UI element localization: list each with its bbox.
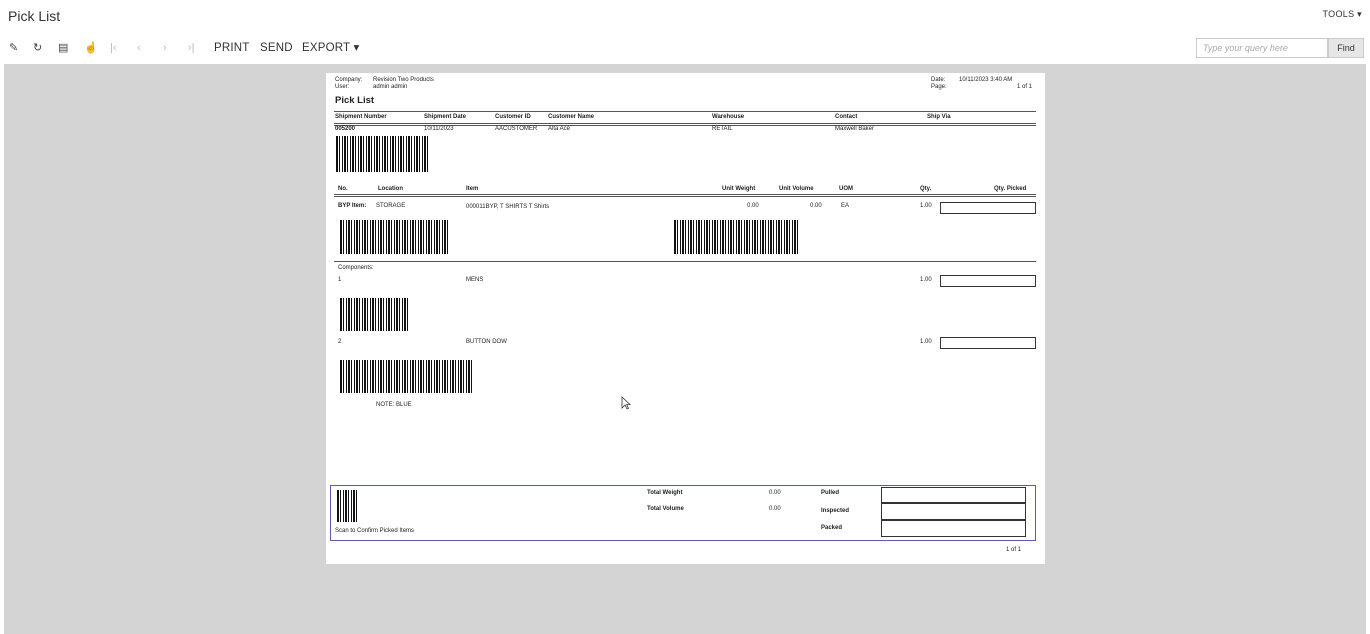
- page-label: Page:: [931, 84, 947, 90]
- component-2-picked-box: [940, 337, 1036, 349]
- component-2-item: BUTTON DOW: [466, 339, 507, 345]
- date-label: Date:: [931, 77, 946, 83]
- customer-name: Alta Ace: [548, 126, 571, 132]
- col-shipment-date: Shipment Date: [424, 114, 467, 120]
- col-customer-id: Customer ID: [495, 114, 531, 120]
- confirm-barcode: [337, 490, 357, 522]
- total-weight-value: 0.00: [769, 490, 781, 496]
- component-1-no: 1: [338, 277, 342, 283]
- col-customer-name: Customer Name: [548, 114, 595, 120]
- edit-icon[interactable]: ✎: [9, 40, 18, 56]
- next-page-icon[interactable]: ›: [163, 40, 167, 56]
- contact: Maxwell Baker: [835, 126, 875, 132]
- report-title: Pick List: [335, 95, 375, 106]
- find-button[interactable]: Find: [1328, 38, 1364, 58]
- page-footer: 1 of 1: [1006, 547, 1022, 553]
- note: NOTE: BLUE: [376, 402, 412, 408]
- scan-label: Scan to Confirm Picked Items: [335, 528, 415, 534]
- user-value: admin admin: [373, 84, 408, 90]
- line-no: BYP Item:: [338, 203, 367, 209]
- page-title: Pick List: [8, 8, 61, 24]
- export-button[interactable]: EXPORT ▾: [302, 40, 359, 56]
- shipment-barcode: [336, 136, 428, 172]
- component-2-qty: 1.00: [920, 339, 932, 345]
- pulled-label: Pulled: [821, 490, 840, 496]
- col-qty: Qty.: [920, 186, 932, 192]
- totals-footer: Scan to Confirm Picked Items Total Weigh…: [330, 485, 1036, 541]
- total-volume-label: Total Volume: [647, 506, 684, 512]
- last-page-icon[interactable]: ›|: [188, 40, 195, 56]
- send-button[interactable]: SEND: [260, 40, 293, 56]
- inspected-box: [881, 503, 1026, 520]
- total-volume-value: 0.00: [769, 506, 781, 512]
- report-toolbar: ✎ ↻ ▤ ☝ |‹ ‹ › ›| PRINT SEND EXPORT ▾: [0, 34, 1370, 62]
- line-qty: 1.00: [920, 203, 932, 209]
- inspected-label: Inspected: [821, 508, 850, 514]
- title-bar: Pick List TOOLS ▾: [0, 0, 1370, 34]
- total-weight-label: Total Weight: [647, 490, 683, 496]
- component-2-no: 2: [338, 339, 342, 345]
- mouse-cursor-icon: [621, 396, 631, 410]
- line-volume: 0.00: [810, 203, 822, 209]
- shipment-number: 005200: [335, 126, 356, 132]
- col-location: Location: [378, 186, 403, 192]
- component-1-barcode: [340, 298, 408, 331]
- qty-picked-box: [940, 202, 1036, 214]
- shipment-date: 10/11/2023: [424, 126, 454, 132]
- component-1-item: MENS: [466, 277, 484, 283]
- col-qty-picked: Qty. Picked: [994, 186, 1027, 192]
- first-page-icon[interactable]: |‹: [110, 40, 117, 56]
- packed-box: [881, 520, 1026, 537]
- line-location: STORAGE: [376, 203, 406, 209]
- user-label: User:: [335, 84, 350, 90]
- report-page: Company: Revision Two Products User: adm…: [326, 73, 1045, 564]
- col-contact: Contact: [835, 114, 858, 120]
- packed-label: Packed: [821, 525, 843, 531]
- search-input[interactable]: Type your query here: [1196, 38, 1328, 58]
- print-button[interactable]: PRINT: [214, 40, 250, 56]
- col-no: No.: [338, 186, 348, 192]
- location-barcode: [340, 220, 450, 254]
- component-2-barcode: [340, 360, 474, 393]
- company-label: Company:: [335, 77, 363, 83]
- date-value: 10/11/2023 3:40 AM: [959, 77, 1013, 83]
- col-uom: UOM: [839, 186, 853, 192]
- page-value: 1 of 1: [1017, 84, 1033, 90]
- pointer-icon[interactable]: ☝: [84, 40, 98, 56]
- line-weight: 0.00: [747, 203, 759, 209]
- tools-menu[interactable]: TOOLS ▾: [1323, 9, 1362, 20]
- col-ship-via: Ship Via: [927, 114, 951, 120]
- col-shipment-number: Shipment Number: [335, 114, 387, 120]
- customer-id: AACUSTOMER: [495, 126, 538, 132]
- company-value: Revision Two Products: [373, 77, 434, 83]
- col-warehouse: Warehouse: [712, 114, 745, 120]
- item-barcode: [674, 220, 798, 254]
- col-item: Item: [466, 186, 479, 192]
- col-unit-volume: Unit Volume: [779, 186, 814, 192]
- line-item: 000011BYP, T SHIRTS T Shirts: [466, 204, 550, 210]
- print-preview-icon[interactable]: ▤: [58, 40, 68, 56]
- col-unit-weight: Unit Weight: [722, 186, 756, 192]
- prev-page-icon[interactable]: ‹: [137, 40, 141, 56]
- line-uom: EA: [841, 203, 850, 209]
- warehouse: RETAIL: [712, 126, 733, 132]
- pulled-box: [881, 487, 1026, 503]
- refresh-icon[interactable]: ↻: [33, 40, 42, 56]
- components-label: Components:: [338, 265, 374, 271]
- component-1-picked-box: [940, 275, 1036, 287]
- component-1-qty: 1.00: [920, 277, 932, 283]
